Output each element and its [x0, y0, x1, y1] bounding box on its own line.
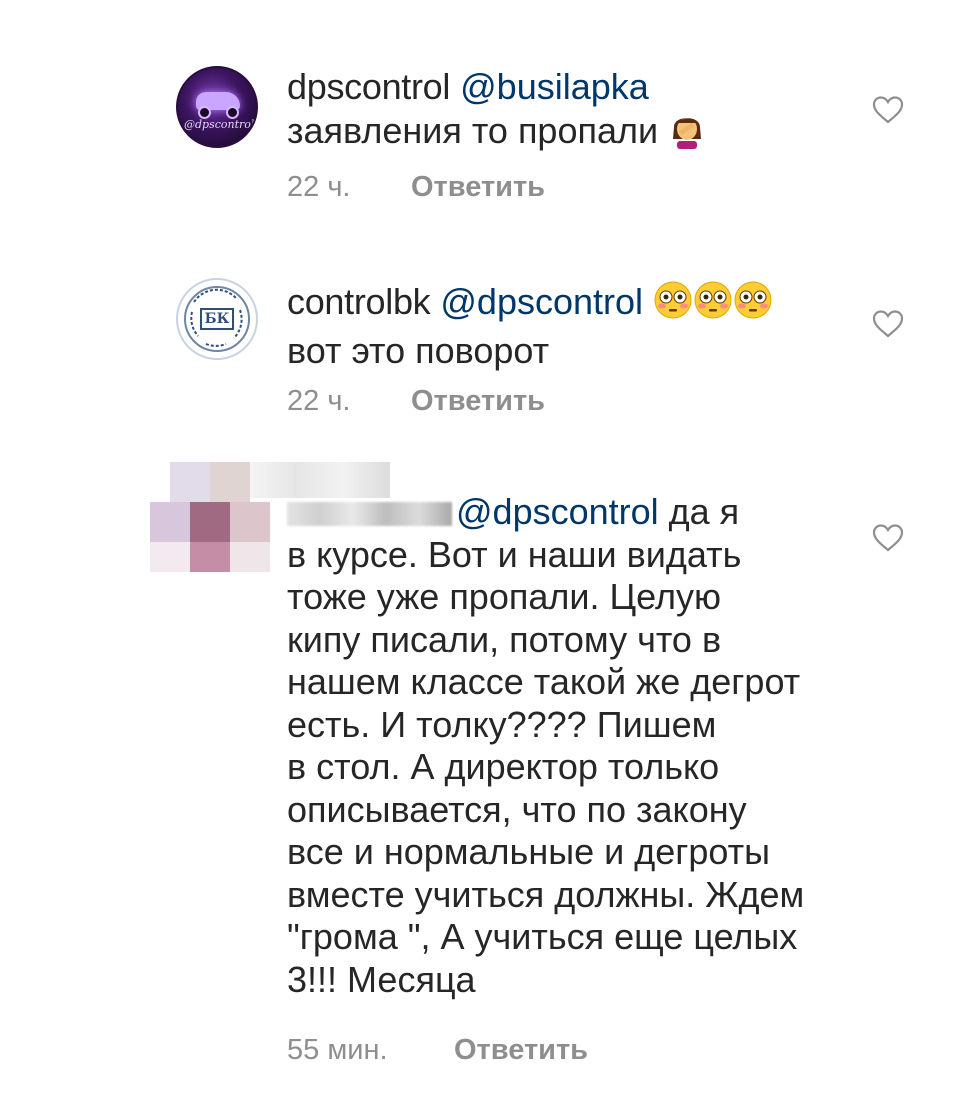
flushed-face-emoji	[653, 280, 693, 330]
comment-text-line: "грома ", А учиться еще целых	[287, 916, 798, 957]
heart-outline-icon[interactable]	[871, 523, 905, 553]
comment-mention[interactable]: @dpscontrol	[456, 491, 659, 532]
reply-button[interactable]: Ответить	[454, 1034, 588, 1067]
avatar-blur-pixel	[190, 542, 230, 572]
avatar-blur-pixel	[150, 502, 190, 542]
comment-time: 22 ч.	[287, 171, 351, 203]
comment-text-line: в курсе. Вот и наши видать	[287, 533, 742, 575]
comment-meta: 22 ч. Ответить	[287, 385, 545, 418]
flushed-face-emoji	[693, 280, 733, 330]
comment-text-line: вместе учиться должны. Ждем	[287, 873, 805, 915]
avatar-blur-pixel	[210, 462, 250, 502]
comment-text-first: да я	[668, 491, 740, 532]
comment-mention[interactable]: @busilapka	[460, 66, 649, 107]
avatar[interactable]: @dpscontrol	[176, 66, 258, 148]
comment-text-line: в стол. А директор только	[287, 746, 720, 787]
facepalm-emoji	[668, 109, 706, 159]
comment-text-line: все и нормальные и дегроты	[287, 831, 770, 872]
comment-text: заявления то пропали	[287, 109, 659, 151]
avatar-logo-text: @dpscontrol	[184, 118, 255, 131]
comment-time: 22 ч.	[287, 385, 351, 417]
avatar[interactable]	[150, 462, 390, 582]
comment-username[interactable]: controlbk	[287, 281, 431, 322]
comment-username-blurred[interactable]	[287, 502, 452, 526]
avatar-blur-pixel	[230, 542, 270, 572]
comment-text-line: тоже уже пропали. Целую	[287, 576, 721, 617]
heart-outline-icon[interactable]	[871, 309, 905, 339]
comment-text-line: кипу писали, потому что в	[287, 618, 722, 660]
avatar-blur-pixel	[170, 462, 210, 502]
reply-button[interactable]: Ответить	[411, 385, 545, 418]
comment-meta: 22 ч. Ответить	[287, 171, 545, 204]
comment-text-line: есть. И толку???? Пишем	[287, 703, 717, 745]
reply-button[interactable]: Ответить	[411, 171, 545, 204]
avatar-blur-pixel	[190, 502, 230, 542]
comment-body: @dpscontrol да я в курсе. Вот и наши вид…	[287, 491, 847, 1001]
flushed-face-emoji	[733, 280, 773, 330]
comment-username[interactable]: dpscontrol	[287, 66, 450, 107]
avatar-blur-pixel	[230, 502, 270, 542]
comment-text-line: нашем классе такой же дегрот	[287, 661, 801, 702]
comment-text-line: 3!!! Месяца	[287, 958, 476, 1000]
heart-outline-icon[interactable]	[871, 95, 905, 125]
comment-mention[interactable]: @dpscontrol	[440, 281, 643, 322]
comment-time: 55 мин.	[287, 1034, 388, 1066]
comment-body: controlbk @dpscontrol вот это поворот	[287, 280, 847, 372]
comment-meta: 55 мин. Ответить	[287, 1034, 588, 1067]
avatar-emblem	[190, 288, 243, 347]
comment-body: dpscontrol @busilapka заявления то пропа…	[287, 66, 847, 158]
avatar-blur-pixel	[150, 542, 190, 572]
comment-text-line: описывается, что по закону	[287, 788, 747, 830]
avatar[interactable]: БК	[176, 278, 258, 360]
comment-text: вот это поворот	[287, 329, 550, 371]
